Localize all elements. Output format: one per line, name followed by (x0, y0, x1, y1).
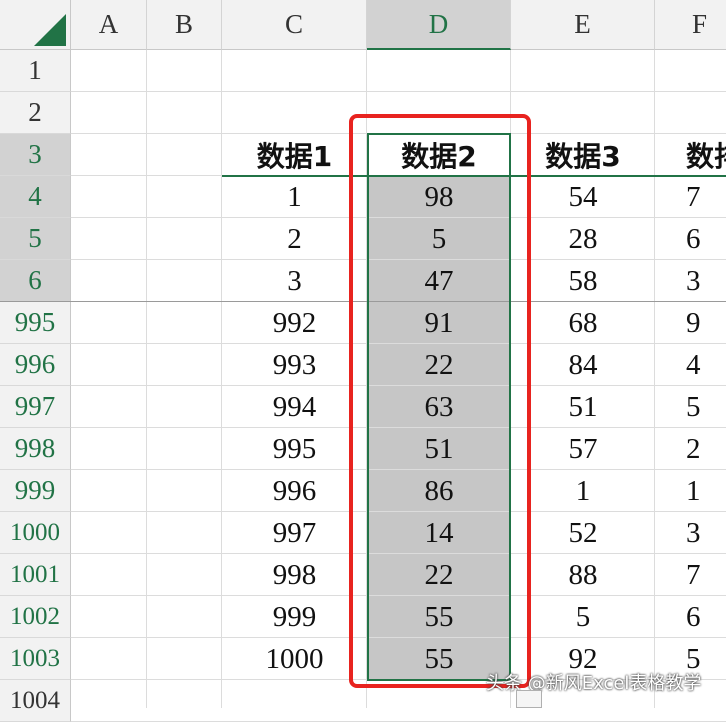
cell-f1[interactable] (655, 50, 726, 92)
row-header-1002[interactable]: 1002 (0, 596, 71, 638)
row-header-6[interactable]: 6 (0, 260, 71, 302)
cell-c1001[interactable]: 998 (222, 554, 367, 596)
row-header-998[interactable]: 998 (0, 428, 71, 470)
row-header-999[interactable]: 999 (0, 470, 71, 512)
cell-c1002[interactable]: 999 (222, 596, 367, 638)
cell-f997[interactable]: 5 (655, 386, 726, 428)
cell-e999[interactable]: 1 (511, 470, 655, 512)
row-header-997[interactable]: 997 (0, 386, 71, 428)
row-header-1[interactable]: 1 (0, 50, 71, 92)
cell-c996[interactable]: 993 (222, 344, 367, 386)
cell-f1001[interactable]: 7 (655, 554, 726, 596)
column-header-f[interactable]: F (655, 0, 726, 50)
red-annotation-box (349, 114, 531, 688)
cell-e998[interactable]: 57 (511, 428, 655, 470)
cell-c4[interactable]: 1 (222, 176, 367, 218)
spreadsheet-grid[interactable]: ABCDEF 1 2 3 4 5 6 995 996 997 998 999 1000 1001 1002… (0, 0, 726, 722)
cell-f3[interactable]: 数排 (655, 134, 726, 176)
cell-e4[interactable]: 54 (511, 176, 655, 218)
row-header-996[interactable]: 996 (0, 344, 71, 386)
cell-c3[interactable]: 数据1 (222, 134, 367, 176)
cell-c997[interactable]: 994 (222, 386, 367, 428)
cell-f4[interactable]: 7 (655, 176, 726, 218)
cell-f1000[interactable]: 3 (655, 512, 726, 554)
column-header-d[interactable]: D (367, 0, 511, 50)
cell-e1002[interactable]: 5 (511, 596, 655, 638)
cell-f1002[interactable]: 6 (655, 596, 726, 638)
column-header-c[interactable]: C (222, 0, 367, 50)
row-header-2[interactable]: 2 (0, 92, 71, 134)
cell-f999[interactable]: 1 (655, 470, 726, 512)
cell-c1003[interactable]: 1000 (222, 638, 367, 680)
cell-c1000[interactable]: 997 (222, 512, 367, 554)
cell-c999[interactable]: 996 (222, 470, 367, 512)
row-header-995[interactable]: 995 (0, 302, 71, 344)
cell-f995[interactable]: 9 (655, 302, 726, 344)
cell-c1004[interactable] (222, 680, 367, 722)
quick-analysis-icon[interactable] (516, 690, 542, 708)
cell-f996[interactable]: 4 (655, 344, 726, 386)
cell-e3[interactable]: 数据3 (511, 134, 655, 176)
row-header-5[interactable]: 5 (0, 218, 71, 260)
cell-c6[interactable]: 3 (222, 260, 367, 302)
cell-e5[interactable]: 28 (511, 218, 655, 260)
cell-c5[interactable]: 2 (222, 218, 367, 260)
cell-e997[interactable]: 51 (511, 386, 655, 428)
cell-c995[interactable]: 992 (222, 302, 367, 344)
cell-f6[interactable]: 3 (655, 260, 726, 302)
cell-c1[interactable] (222, 50, 367, 92)
cell-f998[interactable]: 2 (655, 428, 726, 470)
cell-e6[interactable]: 58 (511, 260, 655, 302)
column-header-a[interactable]: A (71, 0, 147, 50)
cell-e1000[interactable]: 52 (511, 512, 655, 554)
cell-e1[interactable] (511, 50, 655, 92)
cell-c2[interactable] (222, 92, 367, 134)
column-header-e[interactable]: E (511, 0, 655, 50)
select-all-corner[interactable] (0, 0, 71, 50)
row-header-1003[interactable]: 1003 (0, 638, 71, 680)
cell-f2[interactable] (655, 92, 726, 134)
row-header-3[interactable]: 3 (0, 134, 71, 176)
gridline-vertical (146, 50, 147, 708)
cell-f5[interactable]: 6 (655, 218, 726, 260)
select-all-triangle-icon (34, 14, 66, 46)
cell-e1001[interactable]: 88 (511, 554, 655, 596)
cell-e2[interactable] (511, 92, 655, 134)
cell-e996[interactable]: 84 (511, 344, 655, 386)
row-header-1004[interactable]: 1004 (0, 680, 71, 722)
cell-d1[interactable] (367, 50, 511, 92)
row-header-1001[interactable]: 1001 (0, 554, 71, 596)
cell-e995[interactable]: 68 (511, 302, 655, 344)
column-header-b[interactable]: B (147, 0, 222, 50)
row-header-4[interactable]: 4 (0, 176, 71, 218)
row-header-1000[interactable]: 1000 (0, 512, 71, 554)
cell-c998[interactable]: 995 (222, 428, 367, 470)
